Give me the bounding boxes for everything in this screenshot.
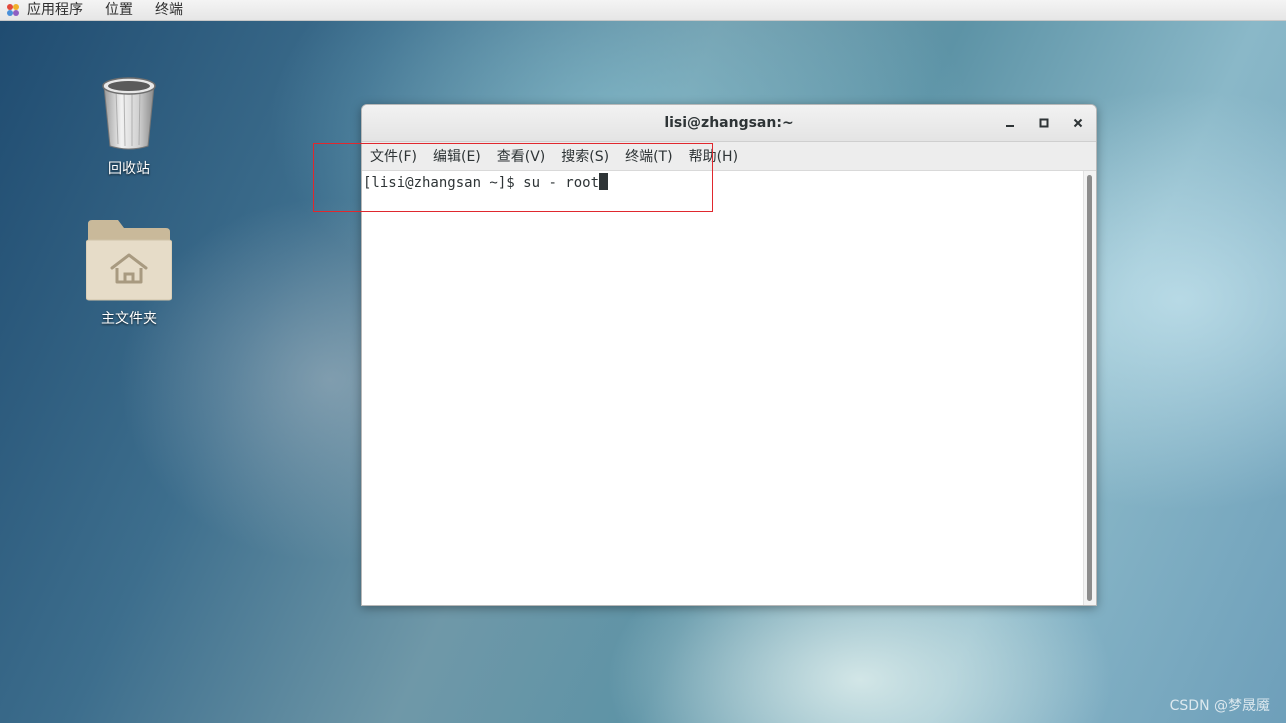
menu-search[interactable]: 搜索(S) [561, 146, 609, 166]
watermark: CSDN @梦晟魇 [1169, 698, 1270, 714]
window-title: lisi@zhangsan:~ [664, 115, 794, 131]
window-titlebar[interactable]: lisi@zhangsan:~ [362, 105, 1096, 142]
applications-menu[interactable]: 应用程序 [27, 0, 83, 20]
top-panel: 应用程序 位置 终端 [0, 0, 1286, 21]
home-folder-icon [86, 220, 172, 301]
desktop-icon-home-folder[interactable]: 主文件夹 [74, 218, 184, 328]
places-menu[interactable]: 位置 [105, 0, 133, 20]
maximize-icon [1039, 118, 1049, 128]
close-icon [1073, 118, 1083, 128]
terminal-prompt: [lisi@zhangsan ~]$ [363, 175, 524, 191]
menu-view[interactable]: 查看(V) [497, 146, 546, 166]
terminal-command-line: [lisi@zhangsan ~]$ su - root [363, 173, 609, 192]
maximize-button[interactable] [1035, 114, 1053, 132]
menu-terminal[interactable]: 终端(T) [625, 146, 672, 166]
menu-edit[interactable]: 编辑(E) [433, 146, 481, 166]
terminal-menu[interactable]: 终端 [155, 0, 183, 20]
text-cursor [599, 173, 609, 190]
desktop-icon-label: 主文件夹 [101, 311, 157, 327]
applications-icon[interactable] [5, 2, 21, 18]
desktop-icon-trash[interactable]: 回收站 [74, 72, 184, 178]
terminal-command: su - root [523, 175, 600, 191]
terminal-menubar: 文件(F) 编辑(E) 查看(V) 搜索(S) 终端(T) 帮助(H) [362, 142, 1096, 171]
trash-icon [102, 77, 156, 150]
minimize-icon [1006, 125, 1014, 127]
close-button[interactable] [1069, 114, 1087, 132]
terminal-scrollbar[interactable] [1083, 171, 1096, 605]
desktop-icon-label: 回收站 [108, 161, 150, 177]
scrollbar-thumb[interactable] [1087, 175, 1092, 601]
terminal-window[interactable]: lisi@zhangsan:~ 文件(F) 编辑(E) 查看(V) 搜索(S) … [361, 104, 1097, 606]
minimize-button[interactable] [1001, 114, 1019, 132]
menu-file[interactable]: 文件(F) [370, 146, 417, 166]
terminal-output-area[interactable]: [lisi@zhangsan ~]$ su - root [362, 171, 1084, 605]
menu-help[interactable]: 帮助(H) [689, 146, 738, 166]
